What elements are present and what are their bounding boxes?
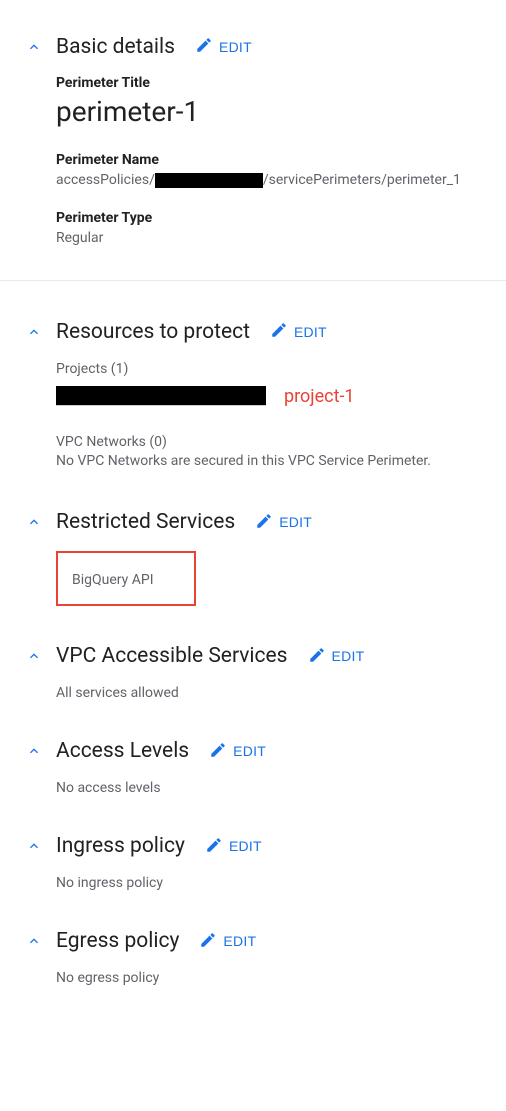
pencil-icon (195, 36, 213, 57)
restricted-service-item: BigQuery API (72, 572, 154, 588)
access-levels-text: No access levels (24, 780, 482, 796)
ingress-policy-text: No ingress policy (24, 875, 482, 891)
pencil-icon (255, 512, 273, 533)
redacted-project-id (56, 386, 266, 406)
edit-button[interactable]: EDIT (187, 32, 260, 61)
perimeter-name-prefix: accessPolicies/ (56, 172, 155, 188)
edit-label: EDIT (279, 514, 312, 530)
perimeter-name-suffix: /servicePerimeters/perimeter_1 (263, 172, 461, 188)
section-title: VPC Accessible Services (56, 644, 288, 668)
vpc-networks-label: VPC Networks (0) (56, 433, 482, 453)
edit-button[interactable]: EDIT (247, 508, 320, 537)
section-header: Ingress policy EDIT (24, 832, 482, 861)
pencil-icon (199, 931, 217, 952)
edit-label: EDIT (219, 39, 252, 55)
chevron-up-icon[interactable] (24, 37, 44, 57)
divider (0, 280, 506, 281)
perimeter-type-value: Regular (56, 230, 482, 246)
resources-section: Resources to protect EDIT Projects (1) p… (0, 305, 506, 496)
section-header: Egress policy EDIT (24, 927, 482, 956)
projects-row: project-1 (56, 386, 482, 407)
section-header: VPC Accessible Services EDIT (24, 642, 482, 671)
section-title: Access Levels (56, 739, 189, 763)
section-header: Access Levels EDIT (24, 737, 482, 766)
section-title: Resources to protect (56, 320, 250, 344)
highlighted-service-box: BigQuery API (56, 551, 196, 606)
edit-label: EDIT (332, 648, 365, 664)
edit-button[interactable]: EDIT (262, 317, 335, 346)
section-title: Egress policy (56, 929, 179, 953)
section-content: Projects (1) project-1 VPC Networks (0) … (24, 360, 482, 472)
restricted-services-section: Restricted Services EDIT BigQuery API (0, 496, 506, 630)
edit-button[interactable]: EDIT (300, 642, 373, 671)
edit-button[interactable]: EDIT (191, 927, 264, 956)
vpc-accessible-text: All services allowed (24, 685, 482, 701)
perimeter-name-label: Perimeter Name (56, 152, 482, 168)
perimeter-title-label: Perimeter Title (56, 75, 482, 91)
edit-label: EDIT (233, 743, 266, 759)
pencil-icon (205, 836, 223, 857)
vpc-networks-text: No VPC Networks are secured in this VPC … (56, 452, 482, 472)
section-title: Restricted Services (56, 510, 235, 534)
section-title: Ingress policy (56, 834, 185, 858)
edit-label: EDIT (229, 838, 262, 854)
egress-policy-section: Egress policy EDIT No egress policy (0, 915, 506, 1010)
chevron-up-icon[interactable] (24, 836, 44, 856)
basic-details-section: Basic details EDIT Perimeter Title perim… (0, 20, 506, 270)
edit-button[interactable]: EDIT (197, 832, 270, 861)
section-title: Basic details (56, 35, 175, 59)
ingress-policy-section: Ingress policy EDIT No ingress policy (0, 820, 506, 915)
egress-policy-text: No egress policy (24, 970, 482, 986)
pencil-icon (209, 741, 227, 762)
projects-label: Projects (1) (56, 360, 482, 380)
pencil-icon (308, 646, 326, 667)
chevron-up-icon[interactable] (24, 322, 44, 342)
edit-button[interactable]: EDIT (201, 737, 274, 766)
project-name: project-1 (284, 386, 355, 407)
vpc-accessible-section: VPC Accessible Services EDIT All service… (0, 630, 506, 725)
section-header: Basic details EDIT (24, 32, 482, 61)
section-header: Restricted Services EDIT (24, 508, 482, 537)
redacted-policy-id (155, 173, 263, 188)
perimeter-type-label: Perimeter Type (56, 210, 482, 226)
pencil-icon (270, 321, 288, 342)
edit-label: EDIT (223, 933, 256, 949)
chevron-up-icon[interactable] (24, 646, 44, 666)
chevron-up-icon[interactable] (24, 741, 44, 761)
chevron-up-icon[interactable] (24, 512, 44, 532)
chevron-up-icon[interactable] (24, 931, 44, 951)
section-content: Perimeter Title perimeter-1 Perimeter Na… (24, 75, 482, 246)
section-header: Resources to protect EDIT (24, 317, 482, 346)
perimeter-title-value: perimeter-1 (56, 95, 482, 128)
edit-label: EDIT (294, 324, 327, 340)
perimeter-name-value: accessPolicies/ /servicePerimeters/perim… (56, 172, 482, 188)
access-levels-section: Access Levels EDIT No access levels (0, 725, 506, 820)
